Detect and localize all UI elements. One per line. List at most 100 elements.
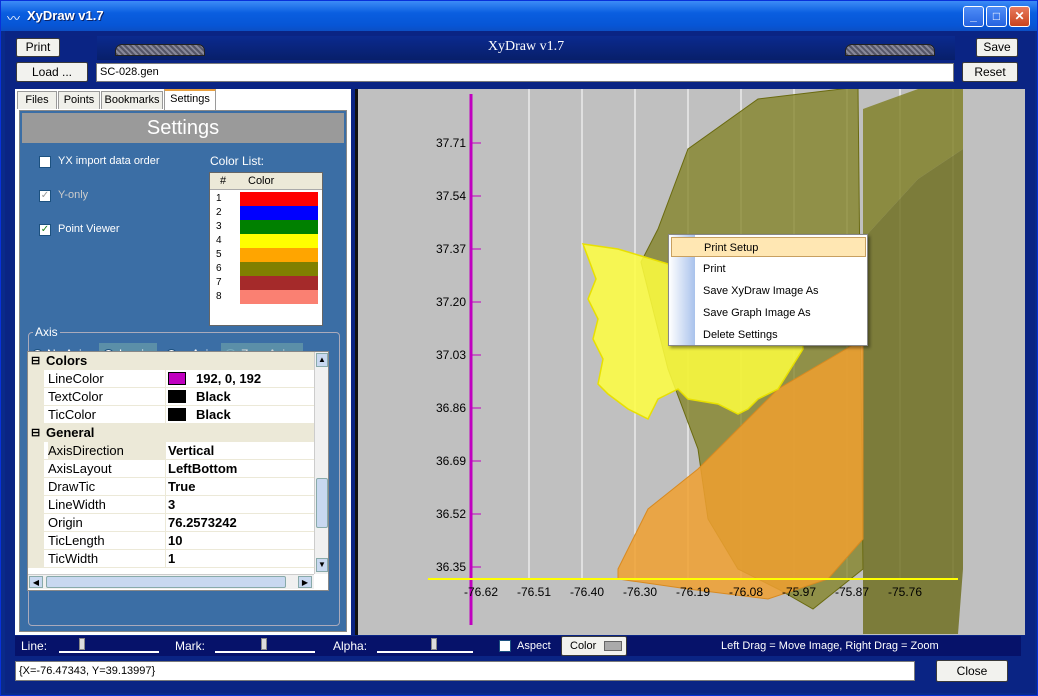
vertical-scrollbar[interactable]: ▲ ▼ bbox=[314, 352, 328, 574]
alpha-slider[interactable] bbox=[377, 638, 473, 653]
property-row[interactable]: Origin 76.2573242 bbox=[28, 514, 314, 532]
close-window-button[interactable]: ✕ bbox=[1009, 6, 1030, 27]
tab-settings[interactable]: Settings bbox=[164, 89, 216, 110]
horizontal-scrollbar[interactable]: ◀ ▶ bbox=[28, 574, 314, 589]
property-value[interactable]: True bbox=[168, 478, 195, 496]
y-only-label: Y-only bbox=[58, 189, 89, 201]
scroll-left-icon[interactable]: ◀ bbox=[29, 576, 43, 588]
property-row[interactable]: TicColor Black bbox=[28, 406, 314, 424]
property-row[interactable]: LineColor 192, 0, 192 bbox=[28, 370, 314, 388]
tab-files[interactable]: Files bbox=[17, 91, 57, 109]
row-gutter bbox=[28, 442, 44, 460]
y-tick-label: 36.52 bbox=[436, 507, 466, 521]
property-value[interactable]: LeftBottom bbox=[168, 460, 237, 478]
category-colors[interactable]: ⊟ Colors bbox=[28, 352, 314, 370]
property-name: AxisDirection bbox=[48, 442, 166, 460]
mark-label: Mark: bbox=[175, 639, 205, 653]
y-tick-label: 37.37 bbox=[436, 242, 466, 256]
property-value[interactable]: 10 bbox=[168, 532, 182, 550]
color-list[interactable]: # Color 1 2 3 4 5 6 7 8 bbox=[209, 172, 323, 326]
aspect-checkbox[interactable] bbox=[499, 640, 511, 652]
context-menu-item[interactable]: Save Graph Image As bbox=[671, 303, 866, 323]
context-menu-item[interactable]: Delete Settings bbox=[671, 325, 866, 345]
property-row[interactable]: TextColor Black bbox=[28, 388, 314, 406]
point-viewer-label: Point Viewer bbox=[58, 223, 120, 235]
property-grid[interactable]: ⊟ Colors LineColor 192, 0, 192 TextColor Bl… bbox=[27, 351, 329, 591]
load-button[interactable]: Load ... bbox=[16, 62, 88, 82]
color-list-row[interactable]: 8 bbox=[210, 290, 322, 304]
color-swatch bbox=[240, 290, 318, 304]
file-path-field[interactable]: SC-028.gen bbox=[96, 63, 954, 82]
slider-thumb[interactable] bbox=[79, 638, 85, 650]
y-only-checkbox[interactable]: ✓ bbox=[39, 190, 51, 202]
scroll-right-icon[interactable]: ▶ bbox=[298, 576, 312, 588]
app-icon: 〰 bbox=[7, 11, 21, 26]
banner-grip-right bbox=[845, 44, 935, 56]
maximize-button[interactable]: □ bbox=[986, 6, 1007, 27]
context-menu-item[interactable]: Print bbox=[671, 259, 866, 279]
color-list-row[interactable]: 4 bbox=[210, 234, 322, 248]
color-list-row[interactable]: 6 bbox=[210, 262, 322, 276]
save-button[interactable]: Save bbox=[976, 38, 1018, 57]
point-viewer-checkbox[interactable]: ✓ bbox=[39, 224, 51, 236]
y-tick-label: 37.54 bbox=[436, 189, 466, 203]
scroll-thumb[interactable] bbox=[316, 478, 328, 528]
tab-points[interactable]: Points bbox=[58, 91, 100, 109]
property-row[interactable]: AxisLayout LeftBottom bbox=[28, 460, 314, 478]
property-row[interactable]: DrawTic True bbox=[28, 478, 314, 496]
x-tick-label: -75.87 bbox=[835, 585, 869, 599]
context-menu-item[interactable]: Print Setup bbox=[671, 237, 866, 257]
tab-bookmarks[interactable]: Bookmarks bbox=[101, 91, 163, 109]
property-value[interactable]: 3 bbox=[168, 496, 175, 514]
row-gutter bbox=[28, 532, 44, 550]
color-swatch bbox=[604, 641, 622, 651]
context-menu-item[interactable]: Save XyDraw Image As bbox=[671, 281, 866, 301]
scroll-thumb-h[interactable] bbox=[46, 576, 286, 588]
property-row[interactable]: AxisDirection Vertical bbox=[28, 442, 314, 460]
left-panel: Files Points Bookmarks Settings Settings… bbox=[15, 89, 351, 635]
row-gutter bbox=[28, 496, 44, 514]
title-bar[interactable]: 〰 XyDraw v1.7 _ □ ✕ bbox=[1, 1, 1037, 31]
plot-svg[interactable]: 37.71 37.54 37.37 37.20 37.03 36.86 36.69 36.52… bbox=[358, 89, 1025, 635]
graph-canvas[interactable]: 37.71 37.54 37.37 37.20 37.03 36.86 36.69 36.52… bbox=[355, 89, 1025, 635]
collapse-icon[interactable]: ⊟ bbox=[31, 352, 40, 370]
color-index: 7 bbox=[216, 277, 222, 288]
y-tick-label: 36.69 bbox=[436, 454, 466, 468]
property-row[interactable]: LineWidth 3 bbox=[28, 496, 314, 514]
property-value[interactable]: 192, 0, 192 bbox=[196, 370, 261, 388]
property-name: TextColor bbox=[48, 388, 166, 406]
category-general[interactable]: ⊟ General bbox=[28, 424, 314, 442]
property-value[interactable]: 1 bbox=[168, 550, 175, 568]
scroll-down-icon[interactable]: ▼ bbox=[316, 558, 328, 572]
color-list-row[interactable]: 1 bbox=[210, 192, 322, 206]
print-button[interactable]: Print bbox=[16, 38, 60, 57]
slider-thumb[interactable] bbox=[261, 638, 267, 650]
property-value[interactable]: Black bbox=[196, 388, 231, 406]
property-value[interactable]: 76.2573242 bbox=[168, 514, 237, 532]
mark-slider[interactable] bbox=[215, 638, 315, 653]
color-swatch bbox=[240, 262, 318, 276]
color-list-row[interactable]: 5 bbox=[210, 248, 322, 262]
y-tick-label: 37.20 bbox=[436, 295, 466, 309]
yx-import-checkbox[interactable] bbox=[39, 156, 51, 168]
color-button[interactable]: Color bbox=[561, 636, 627, 656]
minimize-button[interactable]: _ bbox=[963, 6, 984, 27]
property-value[interactable]: Vertical bbox=[168, 442, 214, 460]
property-name: DrawTic bbox=[48, 478, 166, 496]
scroll-up-icon[interactable]: ▲ bbox=[316, 353, 328, 367]
property-row[interactable]: TicWidth 1 bbox=[28, 550, 314, 568]
color-list-row[interactable]: 2 bbox=[210, 206, 322, 220]
property-row[interactable]: TicLength 10 bbox=[28, 532, 314, 550]
reset-button[interactable]: Reset bbox=[962, 62, 1018, 82]
line-slider[interactable] bbox=[59, 638, 159, 653]
slider-thumb[interactable] bbox=[431, 638, 437, 650]
color-list-row[interactable]: 3 bbox=[210, 220, 322, 234]
status-field[interactable]: {X=-76.47343, Y=39.13997} bbox=[15, 661, 915, 681]
property-value[interactable]: Black bbox=[196, 406, 231, 424]
color-list-row[interactable]: 7 bbox=[210, 276, 322, 290]
close-button[interactable]: Close bbox=[936, 660, 1008, 682]
collapse-icon[interactable]: ⊟ bbox=[31, 424, 40, 442]
banner-grip-left bbox=[115, 44, 205, 56]
color-index: 8 bbox=[216, 291, 222, 302]
color-swatch bbox=[168, 408, 186, 421]
